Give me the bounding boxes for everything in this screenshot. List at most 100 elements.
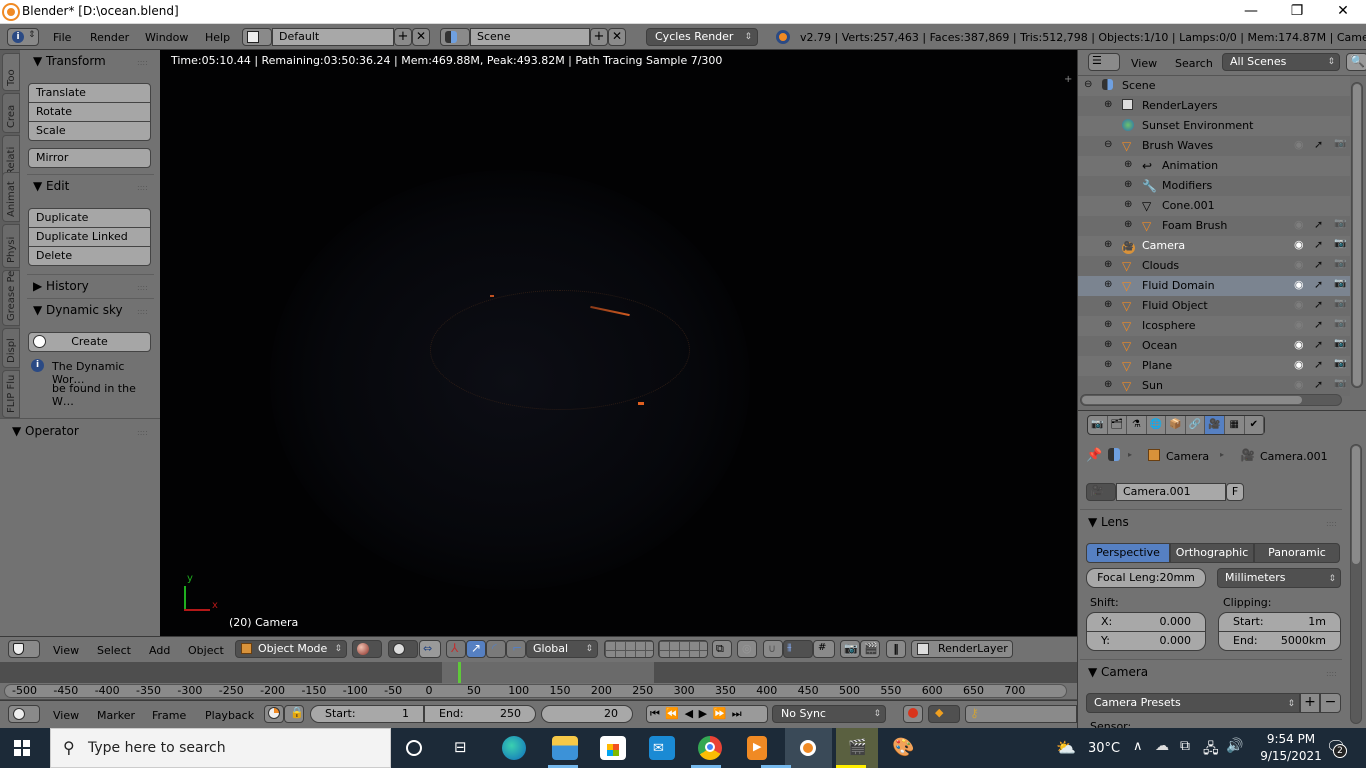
clock-date[interactable]: 9/15/2021 — [1256, 749, 1326, 763]
jump-keyframe-back-icon[interactable]: ⏪ — [665, 707, 680, 720]
maximize-button[interactable]: ❐ — [1274, 0, 1320, 24]
outliner-row-sunset-environment[interactable]: Sunset Environment — [1078, 116, 1350, 136]
scene-field[interactable]: Scene — [470, 28, 590, 46]
outliner-row-icosphere[interactable]: ⊕ ▽ Icosphere ◉ ➚ 📷 — [1078, 316, 1350, 336]
tab-flip-fluids[interactable]: FLIP Flu — [2, 370, 20, 418]
renderability-camera-icon[interactable]: 📷 — [1334, 318, 1346, 329]
search-button[interactable]: 🔍 — [1346, 53, 1366, 71]
lens-panoramic-button[interactable]: Panoramic — [1254, 543, 1340, 563]
outliner-row-sun[interactable]: ⊕ ▽ Sun ◉ ➚ 📷 — [1078, 376, 1350, 396]
menu-add[interactable]: Add — [149, 644, 170, 657]
renderability-camera-icon[interactable]: 📷 — [1334, 338, 1346, 349]
editor-type-info-button[interactable]: i ⇕ — [7, 28, 39, 46]
panel-operator-header[interactable]: ▼ Operator — [12, 424, 79, 438]
menu-render[interactable]: Render — [90, 31, 129, 44]
menu-search[interactable]: Search — [1175, 57, 1213, 70]
object-icon[interactable]: 📦 — [1166, 416, 1186, 434]
menu-marker[interactable]: Marker — [97, 709, 135, 722]
manipulator-toggle[interactable]: ⇔ — [419, 640, 441, 658]
opengl-render-image-button[interactable]: 📷 — [840, 640, 860, 658]
texture-icon[interactable]: ▦ — [1225, 416, 1245, 434]
auto-keying-button[interactable] — [903, 705, 923, 723]
pin-icon[interactable]: 📌 — [1086, 448, 1102, 463]
visibility-eye-icon[interactable]: ◉ — [1294, 238, 1304, 251]
outliner-row-fluid-object[interactable]: ⊕ ▽ Fluid Object ◉ ➚ 📷 — [1078, 296, 1350, 316]
drag-grip-icon[interactable]: :::: — [137, 428, 148, 437]
paint-icon[interactable]: 🎨 — [892, 737, 914, 758]
visibility-eye-icon[interactable]: ◉ — [1294, 218, 1304, 231]
lock-layers-button[interactable]: ⧉ — [712, 640, 732, 658]
playback-controls[interactable]: ⏮ ⏪ ◀ ▶ ⏩ ⏭ — [646, 705, 768, 723]
visibility-eye-icon[interactable]: ◉ — [1294, 318, 1304, 331]
cortana-icon[interactable] — [406, 740, 422, 756]
focal-length-field[interactable]: Focal Leng:20mm — [1086, 568, 1206, 588]
camera-presets-dropdown[interactable]: Camera Presets ⇕ — [1086, 693, 1300, 713]
panel-transform-header[interactable]: ▼ Transform — [33, 54, 106, 68]
visibility-eye-icon[interactable]: ◉ — [1294, 378, 1304, 391]
menu-view[interactable]: View — [53, 644, 79, 657]
renderability-camera-icon[interactable]: 📷 — [1334, 358, 1346, 369]
selectability-cursor-icon[interactable]: ➚ — [1314, 358, 1323, 371]
visibility-eye-icon[interactable]: ◉ — [1294, 278, 1304, 291]
sync-mode-dropdown[interactable]: No Sync ⇕ — [772, 705, 886, 723]
expand-icon[interactable]: ⊕ — [1104, 319, 1112, 330]
snap-toggle[interactable]: ∪ — [763, 640, 783, 658]
drag-grip-icon[interactable]: :::: — [1326, 669, 1337, 678]
remove-preset-button[interactable]: − — [1320, 693, 1341, 713]
region-plus-icon[interactable]: + — [1064, 74, 1072, 85]
outliner-row-renderlayers[interactable]: ⊕ RenderLayers — [1078, 96, 1350, 116]
weather-icon[interactable]: ⛅ — [1056, 738, 1076, 757]
properties-scrollbar[interactable] — [1350, 444, 1362, 724]
menu-window[interactable]: Window — [145, 31, 188, 44]
shift-x-field[interactable]: X: 0.000 — [1086, 612, 1206, 632]
particles-icon[interactable]: ✔ — [1245, 416, 1265, 434]
visibility-eye-icon[interactable]: ◉ — [1294, 258, 1304, 271]
selectability-cursor-icon[interactable]: ➚ — [1314, 258, 1323, 271]
menu-view[interactable]: View — [53, 709, 79, 722]
manipulator-rotate-button[interactable]: ◜ — [486, 640, 506, 658]
timeline-scrollbar[interactable] — [4, 684, 1067, 698]
microsoft-store-icon[interactable] — [600, 736, 626, 760]
tab-physics[interactable]: Physi — [2, 224, 20, 268]
lens-perspective-button[interactable]: Perspective — [1086, 543, 1170, 563]
blender-taskbar-button[interactable] — [785, 728, 832, 768]
outliner-horizontal-scrollbar[interactable] — [1080, 394, 1342, 406]
duplicate-button[interactable]: Duplicate — [28, 208, 151, 228]
menu-select[interactable]: Select — [97, 644, 131, 657]
lens-unit-dropdown[interactable]: Millimeters ⇕ — [1217, 568, 1341, 588]
panel-dynamic-sky-header[interactable]: ▼ Dynamic sky — [33, 303, 123, 317]
add-scene-button[interactable]: + — [590, 28, 608, 46]
pause-render-button[interactable]: ‖ — [886, 640, 906, 658]
current-frame-field[interactable]: 20 — [541, 705, 633, 723]
manipulator-scale-button[interactable]: ⌐ — [506, 640, 526, 658]
tab-display[interactable]: Displ — [2, 328, 20, 368]
outliner-row-plane[interactable]: ⊕ ▽ Plane ◉ ➚ 📷 — [1078, 356, 1350, 376]
expand-icon[interactable]: ⊕ — [1104, 259, 1112, 270]
task-view-icon[interactable]: ⊟ — [454, 738, 467, 756]
outliner-row-animation[interactable]: ⊕ ↩ Animation — [1078, 156, 1350, 176]
drag-grip-icon[interactable]: :::: — [1326, 519, 1337, 528]
render-layer-dropdown[interactable]: RenderLayer — [911, 640, 1013, 658]
scene-icon-button[interactable] — [440, 28, 470, 46]
selectability-cursor-icon[interactable]: ➚ — [1314, 138, 1323, 151]
tab-grease-pencil[interactable]: Grease Pe — [2, 270, 20, 326]
screen-layout-icon-button[interactable] — [242, 28, 272, 46]
pivot-point-dropdown[interactable] — [388, 640, 418, 658]
clip-end-field[interactable]: End: 5000km — [1218, 631, 1341, 651]
close-button[interactable]: ✕ — [1320, 0, 1366, 24]
expand-icon[interactable]: ⊕ — [1124, 179, 1132, 190]
jump-keyframe-forward-icon[interactable]: ⏩ — [713, 707, 728, 720]
render-engine-dropdown[interactable]: Cycles Render ⇕ — [646, 28, 758, 46]
shift-y-field[interactable]: Y: 0.000 — [1086, 631, 1206, 651]
selectability-cursor-icon[interactable]: ➚ — [1314, 378, 1323, 391]
clock-time[interactable]: 9:54 PM — [1262, 732, 1320, 746]
outliner-vertical-scrollbar[interactable] — [1351, 82, 1363, 388]
play-reverse-icon[interactable]: ◀ — [685, 707, 694, 720]
expand-icon[interactable]: ⊕ — [1104, 279, 1112, 290]
visibility-eye-icon[interactable]: ◉ — [1294, 138, 1304, 151]
renderability-camera-icon[interactable]: 📷 — [1334, 258, 1346, 269]
opengl-render-animation-button[interactable]: 🎬 — [860, 640, 880, 658]
outliner-row-cone-001[interactable]: ⊕ ▽ Cone.001 — [1078, 196, 1350, 216]
keying-set-dropdown[interactable]: ◆ — [928, 705, 960, 723]
lock-time-button[interactable]: 🔒 — [284, 705, 304, 723]
